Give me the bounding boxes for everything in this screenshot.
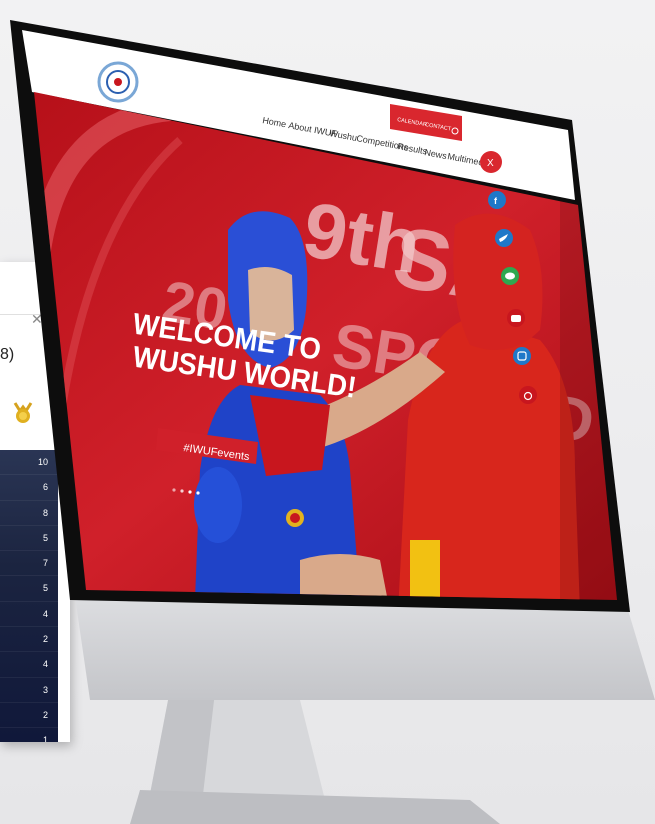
close-icon: X <box>487 158 494 169</box>
close-social-button[interactable]: X <box>480 151 502 173</box>
instagram-icon[interactable] <box>513 347 531 365</box>
facebook-icon[interactable] <box>488 191 506 209</box>
imac-monitor: 9th SA 20 SPO ED H <box>10 20 655 824</box>
weibo-icon[interactable] <box>519 386 537 404</box>
iwuf-logo[interactable] <box>97 61 139 103</box>
